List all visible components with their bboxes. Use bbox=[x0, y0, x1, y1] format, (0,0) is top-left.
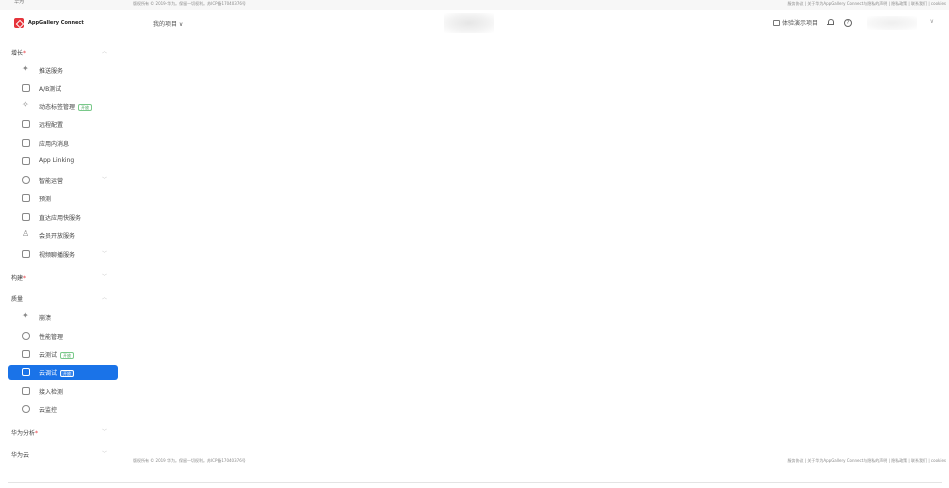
chevron-up-icon: ︿ bbox=[102, 49, 108, 55]
open-badge: 开放 bbox=[78, 104, 93, 111]
sidebar-item-cloud-monitor[interactable]: 云监控 bbox=[8, 402, 118, 417]
sidebar-item-in-app-message[interactable]: 应用内消息 bbox=[8, 136, 118, 151]
sidebar-item-app-linking[interactable]: App Linking bbox=[8, 154, 118, 169]
sidebar-group-build[interactable]: 构建* ﹀ bbox=[8, 271, 118, 283]
sidebar-group-title: 华为分析 bbox=[11, 430, 36, 437]
access-check-icon bbox=[22, 387, 30, 395]
sidebar-item-quick-service[interactable]: 直达应用快服务 bbox=[8, 210, 118, 225]
bell-icon[interactable] bbox=[827, 18, 835, 27]
video-service-icon bbox=[22, 250, 30, 258]
sidebar-item-push[interactable]: 推送服务 bbox=[8, 63, 118, 78]
demo-project-label: 体验演示项目 bbox=[781, 20, 818, 27]
account-chevron-icon[interactable]: ∨ bbox=[930, 18, 934, 25]
chevron-down-icon: ﹀ bbox=[102, 251, 108, 257]
sidebar-item-label: 推送服务 bbox=[39, 68, 64, 75]
ab-test-icon bbox=[22, 84, 30, 92]
remote-config-icon bbox=[22, 120, 30, 128]
sidebar-item-label: 接入检测 bbox=[39, 389, 64, 396]
sidebar-item-access-check[interactable]: 接入检测 bbox=[8, 384, 118, 399]
sidebar-item-label: App Linking bbox=[39, 157, 75, 164]
sidebar-item-member-service[interactable]: 会员开放服务 bbox=[8, 228, 118, 243]
open-badge: 开放 bbox=[60, 352, 75, 359]
chevron-down-icon: ﹀ bbox=[102, 451, 108, 457]
smart-ops-icon bbox=[22, 176, 30, 184]
demo-project-link[interactable]: 体验演示项目 bbox=[772, 18, 818, 27]
divider bbox=[8, 482, 942, 483]
sidebar-item-performance[interactable]: 性能管理 bbox=[8, 329, 118, 344]
top-legal-strip: 华为 版权所有 © 2019-华为。保留一切权利。苏ICP备17040376号 … bbox=[0, 0, 949, 10]
account-redacted[interactable] bbox=[867, 16, 917, 30]
sidebar-item-label: 预测 bbox=[39, 196, 52, 203]
sidebar-item-smart-ops[interactable]: 智能运营 ﹀ bbox=[8, 173, 118, 188]
sidebar-group-title: 构建 bbox=[11, 275, 24, 282]
cloud-debug-icon bbox=[22, 368, 30, 376]
sidebar-item-label: 云监控 bbox=[39, 407, 58, 414]
sidebar-item-cloud-test[interactable]: 云测试 开放 bbox=[8, 347, 118, 362]
crash-icon bbox=[22, 311, 30, 321]
top-legal-links[interactable]: 服务协议 | 关于华为AppGallery Connect与隐私的声明 | 隐私… bbox=[788, 1, 947, 7]
sidebar-item-label: A/B测试 bbox=[39, 86, 62, 93]
sidebar-item-label: 智能运营 bbox=[39, 178, 64, 185]
chevron-down-icon: ﹀ bbox=[102, 429, 108, 435]
member-service-icon bbox=[22, 229, 30, 239]
sidebar-item-label: 动态标签管理 bbox=[39, 104, 76, 111]
sidebar-item-label: 云测试 bbox=[39, 352, 58, 359]
sidebar-item-label: 直达应用快服务 bbox=[39, 215, 82, 222]
required-star: * bbox=[23, 275, 27, 282]
sidebar-item-tag-management[interactable]: 动态标签管理开放 bbox=[8, 99, 118, 114]
sidebar-item-ab-test[interactable]: A/B测试 bbox=[8, 81, 118, 96]
sidebar-item-prediction[interactable]: 预测 bbox=[8, 191, 118, 206]
sidebar-item-label: 崩溃 bbox=[39, 315, 52, 322]
sidebar-group-growth[interactable]: 增长* ︿ bbox=[8, 46, 118, 58]
sidebar-item-label: 云调试 bbox=[39, 370, 58, 377]
tag-icon bbox=[22, 100, 30, 110]
sidebar-item-label: 远程配置 bbox=[39, 122, 64, 129]
sidebar-item-label: 会员开放服务 bbox=[39, 233, 76, 240]
chevron-down-icon: ﹀ bbox=[102, 177, 108, 183]
appgallery-logo-icon bbox=[14, 18, 24, 28]
required-star: * bbox=[35, 430, 39, 437]
prediction-icon bbox=[22, 194, 30, 202]
required-star: * bbox=[23, 50, 27, 57]
footer-legal-links[interactable]: 服务协议 | 关于华为AppGallery Connect与隐私的声明 | 隐私… bbox=[788, 458, 947, 464]
help-icon[interactable]: ? bbox=[844, 18, 852, 27]
push-icon bbox=[22, 64, 30, 74]
demo-project-icon bbox=[772, 19, 780, 26]
redacted-area bbox=[444, 13, 494, 33]
header-tools: 体验演示项目 ? bbox=[772, 18, 852, 27]
sidebar-item-label: 视频聊播服务 bbox=[39, 252, 76, 259]
top-copyright: 版权所有 © 2019-华为。保留一切权利。苏ICP备17040376号 bbox=[133, 1, 246, 6]
quick-service-icon bbox=[22, 213, 30, 221]
strip-left-text: 华为 bbox=[14, 0, 25, 5]
chevron-down-icon: ﹀ bbox=[102, 274, 108, 280]
app-header: AppGallery Connect 我的项目 ∨ 体验演示项目 ? ∨ bbox=[8, 13, 942, 33]
sidebar-item-label: 性能管理 bbox=[39, 334, 64, 341]
sidebar-item-video-service[interactable]: 视频聊播服务 ﹀ bbox=[8, 247, 118, 262]
sidebar-group-quality[interactable]: 质量 ︿ bbox=[8, 292, 118, 304]
in-app-message-icon bbox=[22, 139, 30, 147]
page-footer: 版权所有 © 2019 华为。保留一切权利。苏ICP备17040376号 服务协… bbox=[0, 457, 949, 465]
brand-name: AppGallery Connect bbox=[28, 20, 84, 26]
footer-copyright: 版权所有 © 2019 华为。保留一切权利。苏ICP备17040376号 bbox=[133, 458, 246, 463]
chevron-up-icon: ︿ bbox=[102, 295, 108, 301]
sidebar-group-title: 增长 bbox=[11, 50, 24, 57]
performance-icon bbox=[22, 332, 30, 340]
sidebar-item-label: 应用内消息 bbox=[39, 141, 70, 148]
sidebar-item-crash[interactable]: 崩溃 bbox=[8, 310, 118, 325]
project-selector[interactable]: 我的项目 ∨ bbox=[153, 19, 183, 28]
cloud-monitor-icon bbox=[22, 405, 30, 413]
cloud-test-icon bbox=[22, 350, 30, 358]
brand[interactable]: AppGallery Connect bbox=[14, 18, 84, 28]
app-linking-icon bbox=[22, 157, 30, 165]
sidebar-group-analytics[interactable]: 华为分析* ﹀ bbox=[8, 426, 118, 438]
sidebar-item-remote-config[interactable]: 远程配置 bbox=[8, 117, 118, 132]
open-badge: 开放 bbox=[60, 370, 75, 377]
sidebar-item-cloud-debug[interactable]: 云调试 开放 bbox=[8, 365, 118, 380]
sidebar-group-title: 质量 bbox=[11, 296, 24, 303]
